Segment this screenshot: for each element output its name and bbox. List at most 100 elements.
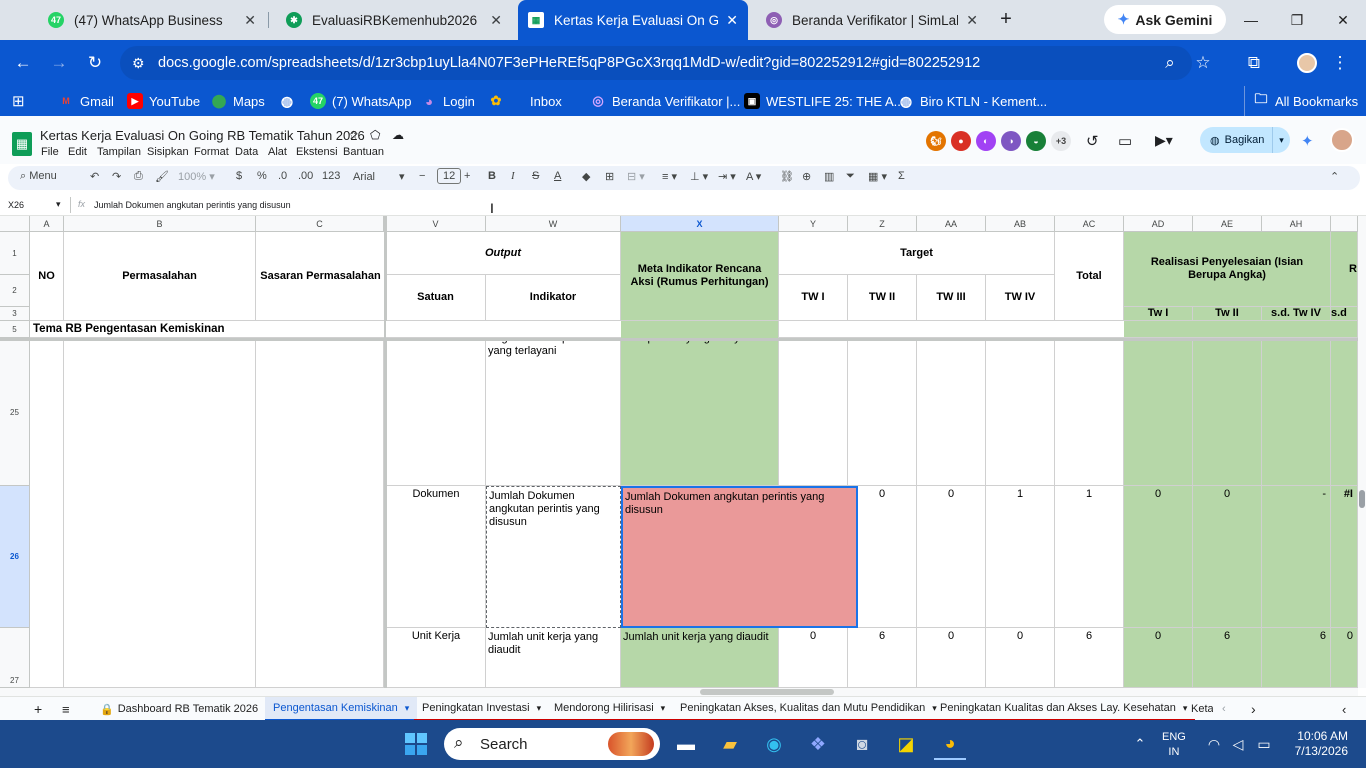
header-tw2[interactable]: TW II [848,275,917,321]
bookmark-globe[interactable]: ◍ [279,86,301,116]
taskbar-search[interactable]: ⌕ Search [444,728,660,760]
chevron-down-icon[interactable]: ▾ [661,703,666,714]
cell-no[interactable] [30,341,64,688]
column-header[interactable]: A [30,216,64,232]
cell-satuan-27[interactable]: Unit Kerja [387,628,486,688]
sheet-tab-pengentasan[interactable]: Pengentasan Kemiskinan ▾ [265,697,418,721]
row-header-selected[interactable]: 26 [0,486,30,628]
row-header[interactable]: 1 [0,232,30,275]
sheet-tab-dashboard[interactable]: 🔒Dashboard RB Tematik 2026▾ [92,697,278,721]
all-bookmarks[interactable]: 🗀 All Bookmarks [1244,86,1358,116]
header-sasaran[interactable]: Sasaran Permasalahan [256,232,386,321]
cell-r-tw1-25[interactable] [1124,341,1193,486]
all-sheets-icon[interactable]: ≡ [62,697,70,721]
column-header[interactable]: B [64,216,256,232]
collaborator-avatar[interactable]: 🐿 [926,131,946,151]
cell-r-tw2-25[interactable] [1193,341,1262,486]
menu-data[interactable]: Data [235,146,258,158]
tab-kertas-kerja[interactable]: ▦ Kertas Kerja Evaluasi On Going ✕ [518,0,748,40]
undo-icon[interactable]: ↶ [90,170,99,183]
cell-tw3-25[interactable] [917,341,986,486]
font-size-increase-icon[interactable]: + [464,170,470,182]
select-all-corner[interactable] [0,216,30,232]
close-icon[interactable]: ✕ [244,12,256,29]
merge-cells-icon[interactable]: ⊟ ▾ [627,170,645,183]
column-header[interactable]: V [386,216,486,232]
column-header[interactable]: Z [848,216,917,232]
row-header[interactable]: 25 [0,340,30,486]
cell-tw3-27[interactable]: 0 [917,628,986,688]
column-header[interactable]: AC [1055,216,1124,232]
header-realisasi[interactable]: Realisasi Penyelesaian (Isian Berupa Ang… [1124,232,1331,307]
extensions-icon[interactable]: ⧉ [1240,49,1268,77]
bookmark-westlife[interactable]: ▣ WESTLIFE 25: THE A... [744,86,904,116]
menu-view[interactable]: Tampilan [97,146,141,158]
menu-format[interactable]: Format [194,146,229,158]
menu-edit[interactable]: Edit [68,146,87,158]
camera-icon[interactable]: ◙ [846,728,878,760]
collapse-toolbar-icon[interactable]: ⌃ [1330,170,1339,183]
address-bar[interactable]: ⚙ docs.google.com/spreadsheets/d/1zr3cbp… [120,46,1192,80]
more-formats-button[interactable]: 123 [322,170,340,182]
text-wrap-icon[interactable]: ⇥ ▾ [718,170,736,183]
collaborator-avatar[interactable]: ◑ [1001,131,1021,151]
cell-total-26[interactable]: 1 [1055,486,1124,628]
bookmark-login[interactable]: ◕ Login [421,86,475,116]
header-realisasi-tw2[interactable]: Tw II [1193,307,1262,321]
back-icon[interactable]: ← [9,49,37,77]
restore-icon[interactable]: ❐ [1274,0,1320,40]
row-header[interactable]: 2 [0,275,30,307]
header-satuan[interactable]: Satuan [386,275,486,321]
cell-r-sd-26[interactable]: - [1262,486,1331,628]
cell-tw4-27[interactable]: 0 [986,628,1055,688]
header-tw4[interactable]: TW IV [986,275,1055,321]
cell-r-extra-25[interactable] [1331,341,1358,486]
close-icon[interactable]: ✕ [490,12,502,29]
bold-button[interactable]: B [488,170,496,182]
sheet-tab-ketahanan[interactable]: Keta [1183,697,1213,721]
cell-tw2-27[interactable]: 6 [848,628,917,688]
scroll-tabs-left-icon[interactable]: ‹ [1222,697,1226,721]
tab-whatsapp[interactable]: 47 (47) WhatsApp Business ✕ [38,0,266,40]
font-size-decrease-icon[interactable]: − [419,170,425,182]
cell-indikator-27[interactable]: Jumlah unit kerja yang diaudit [486,628,621,688]
zoom-icon[interactable]: ⌕ [1156,49,1184,77]
bookmark-biro-ktln[interactable]: ◍ Biro KTLN - Kement... [898,86,1047,116]
header-tw1[interactable]: TW I [779,275,848,321]
apps-icon[interactable]: ⊞ [12,86,25,116]
cloud-status-icon[interactable]: ☁ [392,128,404,142]
italic-button[interactable]: I [511,170,515,182]
align-horizontal-icon[interactable]: ≡ ▾ [662,170,677,183]
gemini-icon[interactable]: ✦ [1301,132,1314,150]
battery-icon[interactable]: ▭ [1248,728,1280,760]
bookmark-star-icon[interactable]: ☆ [1189,49,1217,77]
add-sheet-icon[interactable]: + [34,697,42,721]
cell-tw4-25[interactable] [986,341,1055,486]
insert-comment-icon[interactable]: ⊕ [802,170,811,183]
strikethrough-icon[interactable]: S [532,170,539,182]
menu-tools[interactable]: Alat [268,146,287,158]
header-realisasi-tw1[interactable]: Tw I [1124,307,1193,321]
redo-icon[interactable]: ↷ [112,170,121,183]
font-size-input[interactable]: 12 [437,168,462,184]
vertical-scrollbar[interactable] [1358,216,1366,688]
increase-decimal-button[interactable]: .00 [298,170,313,182]
sheet-tab-pendidikan[interactable]: Peningkatan Akses, Kualitas dan Mutu Pen… [672,697,945,721]
horizontal-scroll-thumb[interactable] [700,689,834,695]
chevron-down-icon[interactable]: ▾ [405,703,410,714]
header-tw3[interactable]: TW III [917,275,986,321]
cell-tw2-26[interactable]: 0 [858,486,917,628]
header-total[interactable]: Total [1055,232,1124,321]
cell-r-sd-25[interactable] [1262,341,1331,486]
row-header[interactable]: 27 [0,628,30,688]
cell-sasaran[interactable] [256,341,384,688]
header-realisasi-sd-tw4[interactable]: s.d. Tw IV [1262,307,1331,321]
chevron-down-icon[interactable]: ▾ [56,199,61,210]
search-menu[interactable]: ⌕ Menu [20,170,57,183]
text-rotate-icon[interactable]: A ▾ [746,170,761,183]
copilot-icon[interactable]: ❖ [802,728,834,760]
bookmark-youtube[interactable]: ▶ YouTube [127,86,200,116]
cell-total-25[interactable] [1055,341,1124,486]
vertical-scroll-thumb[interactable] [1359,490,1365,508]
sheet-tab-hilirisasi[interactable]: Mendorong Hilirisasi ▾ [546,697,674,721]
